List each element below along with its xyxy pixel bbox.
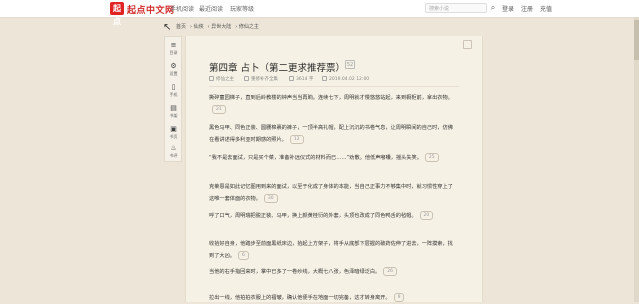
toolbar-label: 书页	[169, 134, 178, 139]
paragraph-comment-button[interactable]: 9	[393, 293, 405, 302]
toolbar-label: 书评	[169, 153, 178, 158]
book-icon: ▤	[170, 104, 177, 112]
paragraph-comment-button[interactable]: 6	[237, 251, 249, 260]
recharge-link[interactable]: 充值	[540, 4, 552, 13]
breadcrumb: 首页 › 仙侠 › 异世大陆 › 修仙之主	[176, 24, 259, 30]
gear-icon: ⚙	[170, 62, 177, 70]
chapter-paragraph: 撕碎童园梯子，直到后岭教楼的钟声当当再晌。连续七下，周明就才慢悠悠站起，来到橱柜…	[209, 95, 453, 114]
chapter-meta-volume: 重修补齐全集	[244, 76, 278, 82]
breadcrumb-subcategory[interactable]: 异世大陆	[211, 24, 231, 30]
chapter-paragraph: 拉出一线，他拍拍衣服上的褶皱，确认他便手在地面一切完备，这才转身离开。 9	[209, 292, 457, 304]
nav-mobile-reading[interactable]: 手机阅读	[170, 4, 194, 13]
paragraph-comment-button[interactable]: 20	[419, 211, 434, 220]
scrollbar-thumb[interactable]	[634, 20, 639, 60]
search-icon[interactable]: ⌕	[488, 3, 498, 13]
toolbar-review-button[interactable]: ♨ 书评	[165, 142, 182, 162]
chapter-meta-date: 2019.04.02 12:00	[322, 76, 369, 82]
chapter-meta-book[interactable]: 修仙之主	[209, 76, 234, 82]
toolbar-bookshelf-button[interactable]: ▤ 书架	[165, 102, 182, 122]
phone-icon: ▯	[171, 83, 176, 91]
menu-icon: ≡	[170, 41, 177, 49]
chapter-title: 第四章 占卜（第二更求推荐票）	[209, 63, 346, 74]
toolbar-label: 手机	[169, 92, 178, 97]
reader-toolbar: ≡ 目录 ⚙ 设置 ▯ 手机 ▤ 书架 ▣ 书页 ♨ 书评	[164, 36, 182, 162]
toolbar-label: 设置	[169, 71, 178, 76]
chapter-paragraph: 当他的右手指回来时，掌中已多了一卷纱线，大概七八张，色泽暗绿泛白。 26	[209, 266, 457, 278]
search-input[interactable]: 搜索小说	[425, 3, 487, 13]
paragraph-comment-button[interactable]: 12	[289, 135, 304, 144]
chapter-comment-count[interactable]: 52	[345, 60, 355, 69]
chapter-meta-wordcount: 3614 字	[289, 76, 313, 82]
breadcrumb-book[interactable]: 修仙之主	[239, 24, 259, 30]
chapter-paragraph: 呼了口气，周明瑞把脱正装、马甲，换上颜黄桂衍的外套，头顶也改成了同色鸭舌的毡帽。…	[209, 210, 457, 222]
paragraph-comment-button[interactable]: 25	[424, 153, 439, 162]
top-navigation-bar: 起点 起点中文网 手机阅读 最近阅读 玩家等级 搜索小说 ⌕ 登录 注册 充值	[0, 0, 639, 26]
login-link[interactable]: 登录	[502, 4, 514, 13]
toolbar-catalog-button[interactable]: ≡ 目录	[165, 39, 182, 59]
breadcrumb-home[interactable]: 首页	[176, 24, 186, 30]
toolbar-label: 目录	[169, 50, 178, 55]
toolbar-bookpage-button[interactable]: ▣ 书页	[165, 123, 182, 143]
bookmark-icon[interactable]	[463, 40, 472, 49]
paragraph-comment-button[interactable]: 26	[383, 267, 397, 276]
hot-icon: ♨	[170, 144, 177, 152]
toolbar-phone-button[interactable]: ▯ 手机	[165, 81, 182, 101]
clock-icon	[322, 76, 327, 81]
title-divider	[209, 86, 459, 87]
chapter-paragraph: 克莱恩是如此记忆图用到来的面试，以至于化成了身体的本能，当自己正事力不够集中时，…	[209, 184, 453, 203]
toolbar-label: 书架	[169, 113, 178, 118]
qidian-logo-icon[interactable]: 起点	[110, 2, 124, 26]
site-name[interactable]: 起点中文网	[127, 3, 175, 16]
paragraph-comment-button[interactable]: 21	[212, 105, 226, 114]
chapter-paragraph: 收拾好自身，他踏步至前面黑纸床边，拾起上方架子，将手从底部下层握的破药佐伸了进去…	[209, 241, 453, 260]
document-icon	[289, 76, 294, 81]
nav-recent-reading[interactable]: 最近阅读	[199, 4, 223, 13]
register-link[interactable]: 注册	[521, 4, 533, 13]
chapter-paragraph: “我不是去面试，只是买个菜，准备补远仪式的材料而已……”劝散。他低声嘟囔，摇头失…	[209, 152, 457, 164]
edit-icon	[244, 76, 249, 81]
paragraph-comment-button[interactable]: 30	[263, 194, 278, 203]
chapter-paragraph: 黑色马甲、同色正装、圆腰棉裹的裤子，一顶半高礼帽，配上沉沉的书卷气息，让周明瞬间…	[209, 125, 453, 144]
mouse-cursor-icon: ↖	[163, 22, 172, 33]
document-icon: ▣	[170, 125, 177, 133]
book-icon	[209, 76, 214, 81]
breadcrumb-category[interactable]: 仙侠	[194, 24, 204, 30]
toolbar-settings-button[interactable]: ⚙ 设置	[165, 60, 182, 80]
nav-player-level[interactable]: 玩家等级	[230, 4, 254, 13]
